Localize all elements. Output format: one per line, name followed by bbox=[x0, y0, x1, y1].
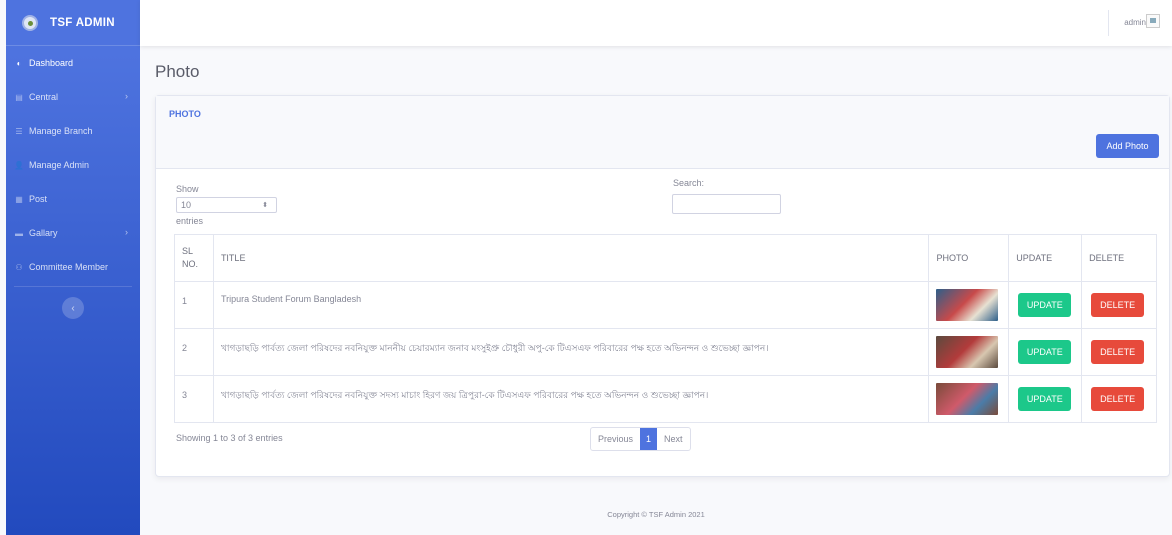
row-update-cell: UPDATE bbox=[1008, 376, 1081, 422]
row-photo-cell bbox=[928, 376, 1008, 422]
user-name[interactable]: admin bbox=[1124, 18, 1146, 27]
update-button[interactable]: UPDATE bbox=[1018, 293, 1072, 317]
footer: Copyright © TSF Admin 2021 bbox=[607, 510, 705, 519]
topbar: admin bbox=[140, 0, 1172, 46]
photo-thumbnail[interactable] bbox=[936, 336, 999, 368]
page-size-select[interactable]: 10 ⬍ bbox=[176, 197, 277, 213]
images-icon: ▬ bbox=[15, 228, 23, 238]
logo-icon bbox=[22, 14, 38, 31]
chevron-right-icon: › bbox=[125, 227, 128, 237]
previous-page-button[interactable]: Previous bbox=[591, 428, 640, 450]
header-title[interactable]: TITLE bbox=[212, 235, 929, 281]
pagination: Previous 1 Next bbox=[590, 427, 691, 451]
photo-table: SL NO. TITLE PHOTO UPDATE DELETE 1 Tripura… bbox=[174, 234, 1157, 423]
brand[interactable]: TSF ADMIN bbox=[6, 0, 140, 46]
sidebar-item-dashboard[interactable]: ◐ Dashboard bbox=[6, 46, 140, 80]
row-delete-cell: DELETE bbox=[1081, 329, 1156, 375]
sidebar-item-label: Central bbox=[29, 92, 59, 102]
page-1-button[interactable]: 1 bbox=[640, 428, 658, 450]
sidebar-item-central[interactable]: ▤ Central › bbox=[6, 80, 140, 114]
row-sl-no: 3 bbox=[182, 390, 188, 400]
sidebar-divider bbox=[14, 286, 132, 287]
entries-label: entries bbox=[176, 216, 204, 226]
card-header: PHOTO Add Photo bbox=[156, 96, 1169, 169]
table-body: 1 Tripura Student Forum Bangladesh UPDATE D… bbox=[175, 281, 1156, 422]
tachometer-icon: ◐ bbox=[16, 58, 22, 68]
show-label: Show bbox=[176, 184, 199, 194]
delete-button[interactable]: DELETE bbox=[1091, 293, 1145, 317]
table-row: 2 খাগড়াছড়ি পার্বত্য জেলা পরিষদের নবনিযু… bbox=[175, 328, 1156, 375]
row-photo-cell bbox=[928, 282, 1008, 328]
search-input[interactable] bbox=[672, 194, 781, 214]
user-icon: 👤 bbox=[14, 160, 24, 170]
sidebar-item-label: Manage Branch bbox=[29, 126, 93, 136]
photo-thumbnail[interactable] bbox=[936, 383, 999, 415]
update-button[interactable]: UPDATE bbox=[1018, 340, 1072, 364]
header-delete[interactable]: DELETE bbox=[1081, 235, 1156, 281]
row-update-cell: UPDATE bbox=[1008, 329, 1081, 375]
header-sl-no[interactable]: SL NO. bbox=[175, 235, 213, 281]
header-sl-line1: SL bbox=[182, 246, 194, 256]
list-icon: ☰ bbox=[15, 126, 23, 136]
header-sl-line2: NO. bbox=[182, 259, 199, 269]
sidebar-item-label: Post bbox=[29, 194, 48, 204]
topbar-divider bbox=[1108, 10, 1109, 36]
next-page-button[interactable]: Next bbox=[657, 428, 690, 450]
sidebar-item-post[interactable]: ▦ Post bbox=[6, 182, 140, 216]
page-title: Photo bbox=[155, 62, 200, 81]
sidebar-item-manage-admin[interactable]: 👤 Manage Admin bbox=[6, 148, 140, 182]
photo-card: PHOTO Add Photo Show 10 ⬍ entries Search… bbox=[155, 95, 1170, 477]
header-photo[interactable]: PHOTO bbox=[928, 235, 1008, 281]
sidebar-item-gallary[interactable]: ▬ Gallary › bbox=[6, 216, 140, 250]
sidebar-item-label: Gallary bbox=[29, 228, 58, 238]
header-update[interactable]: UPDATE bbox=[1008, 235, 1081, 281]
chevron-right-icon: › bbox=[125, 91, 128, 101]
search-label: Search: bbox=[673, 178, 705, 188]
photo-thumbnail[interactable] bbox=[936, 289, 999, 321]
row-update-cell: UPDATE bbox=[1008, 282, 1081, 328]
sidebar-item-manage-branch[interactable]: ☰ Manage Branch bbox=[6, 114, 140, 148]
brand-name: TSF ADMIN bbox=[50, 16, 115, 29]
row-title: Tripura Student Forum Bangladesh bbox=[212, 282, 929, 328]
row-sl-no: 1 bbox=[182, 296, 188, 306]
table-row: 3 খাগড়াছড়ি পার্বত্য জেলা পরিষদের নবনিযু… bbox=[175, 375, 1156, 422]
table-info: Showing 1 to 3 of 3 entries bbox=[176, 433, 283, 443]
post-icon: ▦ bbox=[15, 194, 23, 204]
add-photo-button[interactable]: Add Photo bbox=[1096, 134, 1159, 158]
sidebar: TSF ADMIN ◐ Dashboard ▤ Central › ☰ Manage Bra… bbox=[6, 0, 140, 535]
row-title: খাগড়াছড়ি পার্বত্য জেলা পরিষদের নবনিযুক… bbox=[212, 376, 929, 422]
avatar[interactable] bbox=[1146, 14, 1160, 28]
table-row: 1 Tripura Student Forum Bangladesh UPDATE D… bbox=[175, 281, 1156, 328]
page-size-value: 10 bbox=[181, 200, 192, 210]
sidebar-nav: ◐ Dashboard ▤ Central › ☰ Manage Branch 👤 Manage… bbox=[6, 46, 140, 284]
folder-icon: ▤ bbox=[15, 92, 23, 102]
delete-button[interactable]: DELETE bbox=[1091, 387, 1145, 411]
row-photo-cell bbox=[928, 329, 1008, 375]
select-arrow-icon: ⬍ bbox=[262, 202, 268, 209]
sidebar-item-label: Dashboard bbox=[29, 58, 74, 68]
row-title: খাগড়াছড়ি পার্বত্য জেলা পরিষদের নবনিযুক… bbox=[212, 329, 929, 375]
row-delete-cell: DELETE bbox=[1081, 282, 1156, 328]
sidebar-item-label: Manage Admin bbox=[29, 160, 90, 170]
table-header-row: SL NO. TITLE PHOTO UPDATE DELETE bbox=[175, 235, 1156, 281]
sidebar-item-label: Committee Member bbox=[29, 262, 109, 272]
row-sl-no: 2 bbox=[182, 343, 188, 353]
sidebar-toggle-button[interactable]: ‹ bbox=[62, 297, 84, 319]
users-icon: ⚇ bbox=[15, 262, 23, 272]
card-title: PHOTO bbox=[169, 109, 201, 119]
sidebar-item-committee-member[interactable]: ⚇ Committee Member bbox=[6, 250, 140, 284]
update-button[interactable]: UPDATE bbox=[1018, 387, 1072, 411]
delete-button[interactable]: DELETE bbox=[1091, 340, 1145, 364]
row-delete-cell: DELETE bbox=[1081, 376, 1156, 422]
